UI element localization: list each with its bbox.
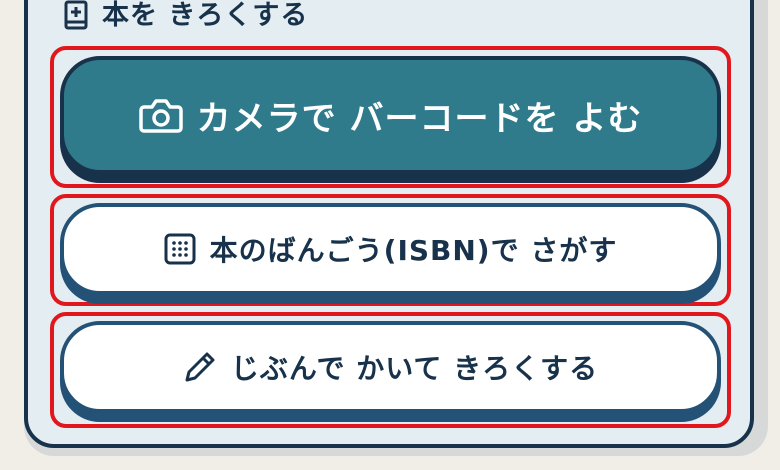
screen: 本を きろくする カメラで バーコードを よむ 本のばんごう(ISBN)で さが… <box>0 0 780 470</box>
section-title: 本を きろくする <box>102 0 309 31</box>
section-header: 本を きろくする <box>64 0 308 30</box>
scan-barcode-label: カメラで バーコードを よむ <box>196 98 643 139</box>
camera-icon <box>138 97 183 133</box>
search-isbn-label: 本のばんごう(ISBN)で さがす <box>209 234 618 267</box>
pencil-icon <box>183 350 217 384</box>
manual-entry-label: じぶんで かいて きろくする <box>230 352 599 385</box>
keypad-icon <box>164 233 196 265</box>
book-plus-icon <box>64 0 88 30</box>
manual-entry-button[interactable]: じぶんで かいて きろくする <box>60 321 721 413</box>
search-isbn-button[interactable]: 本のばんごう(ISBN)で さがす <box>60 203 721 295</box>
scan-barcode-button[interactable]: カメラで バーコードを よむ <box>60 56 721 174</box>
